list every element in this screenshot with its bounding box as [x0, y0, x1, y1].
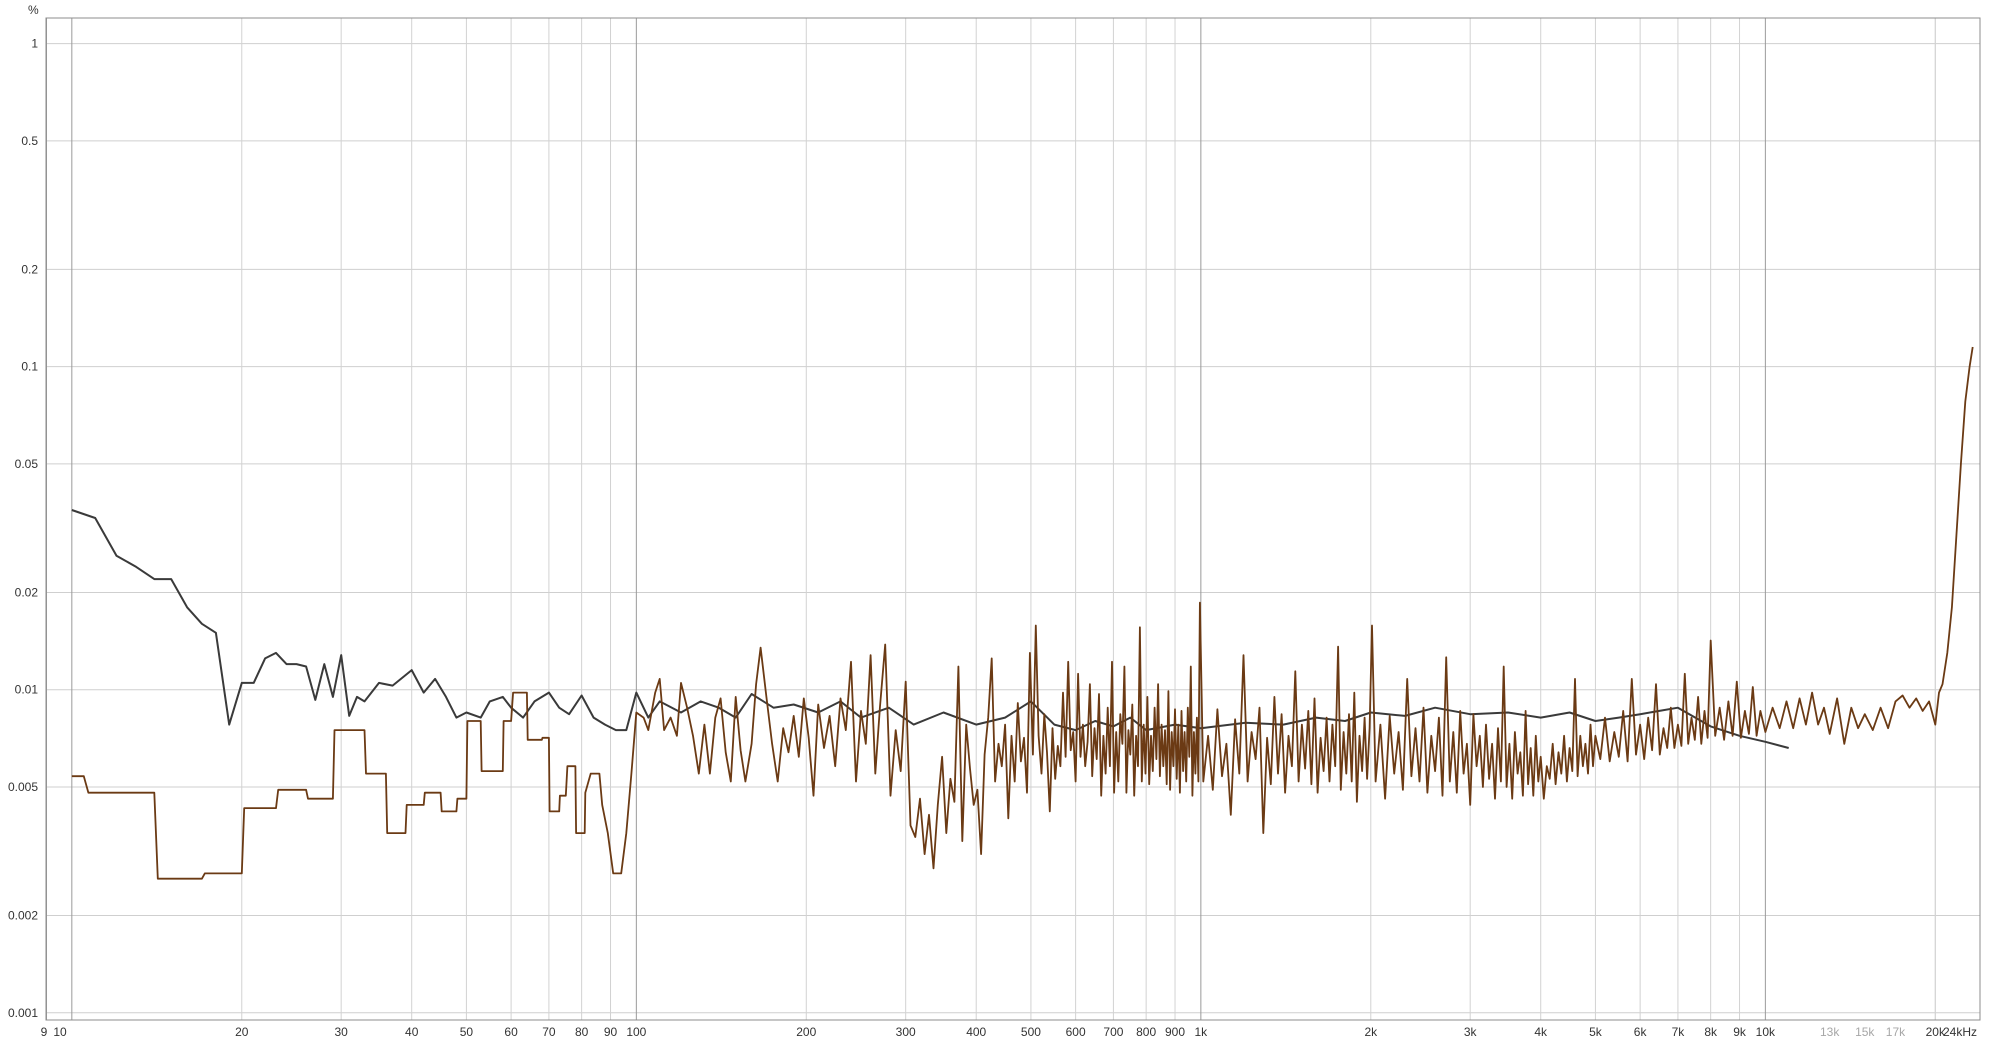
x-tick-label: 2k: [1364, 1025, 1378, 1039]
y-tick-label: 0.1: [21, 360, 38, 374]
x-tick-label: 20: [235, 1025, 249, 1039]
x-tick-label: 9: [41, 1025, 48, 1039]
x-tick-label: 17k: [1886, 1025, 1906, 1039]
x-tick-label: 40: [405, 1025, 419, 1039]
x-tick-label: 700: [1103, 1025, 1123, 1039]
x-tick-label: 70: [542, 1025, 556, 1039]
y-tick-label: 1: [31, 37, 38, 51]
y-tick-label: 0.5: [21, 134, 38, 148]
x-tick-label: 80: [575, 1025, 589, 1039]
y-tick-label: 0.2: [21, 262, 38, 276]
x-tick-label: 3k: [1464, 1025, 1478, 1039]
y-tick-label: 0.02: [15, 585, 39, 599]
x-tick-label: 7k: [1672, 1025, 1686, 1039]
x-tick-label: 5k: [1589, 1025, 1603, 1039]
y-tick-label: 0.001: [8, 1006, 38, 1020]
x-tick-label: 15k: [1855, 1025, 1875, 1039]
chart-background: [0, 0, 2000, 1045]
x-tick-label: 900: [1165, 1025, 1185, 1039]
chart: % 10.50.20.10.050.020.010.0050.0020.001 …: [0, 0, 2000, 1045]
x-tick-label: 400: [966, 1025, 986, 1039]
x-tick-label: 300: [896, 1025, 916, 1039]
y-tick-label: 0.01: [15, 683, 39, 697]
x-tick-label: 800: [1136, 1025, 1156, 1039]
x-tick-label: 90: [604, 1025, 618, 1039]
x-tick-label: 30: [334, 1025, 348, 1039]
x-tick-label: 200: [796, 1025, 816, 1039]
x-tick-label: 10: [53, 1025, 67, 1039]
x-tick-label: 4k: [1534, 1025, 1548, 1039]
x-tick-label: 1k: [1195, 1025, 1209, 1039]
y-tick-label: 0.002: [8, 909, 38, 923]
x-tick-label: 13k: [1820, 1025, 1840, 1039]
x-tick-label: 500: [1021, 1025, 1041, 1039]
x-tick-label: 24kHz: [1943, 1025, 1977, 1039]
x-tick-label: 10k: [1756, 1025, 1776, 1039]
x-tick-label: 600: [1066, 1025, 1086, 1039]
x-tick-label: 50: [460, 1025, 474, 1039]
x-tick-label: 100: [626, 1025, 646, 1039]
x-tick-label: 60: [504, 1025, 518, 1039]
x-tick-label: 6k: [1634, 1025, 1648, 1039]
x-tick-label: 9k: [1733, 1025, 1747, 1039]
y-tick-label: 0.005: [8, 780, 38, 794]
y-axis-unit: %: [28, 3, 39, 17]
y-tick-label: 0.05: [15, 457, 39, 471]
x-tick-label: 8k: [1704, 1025, 1718, 1039]
